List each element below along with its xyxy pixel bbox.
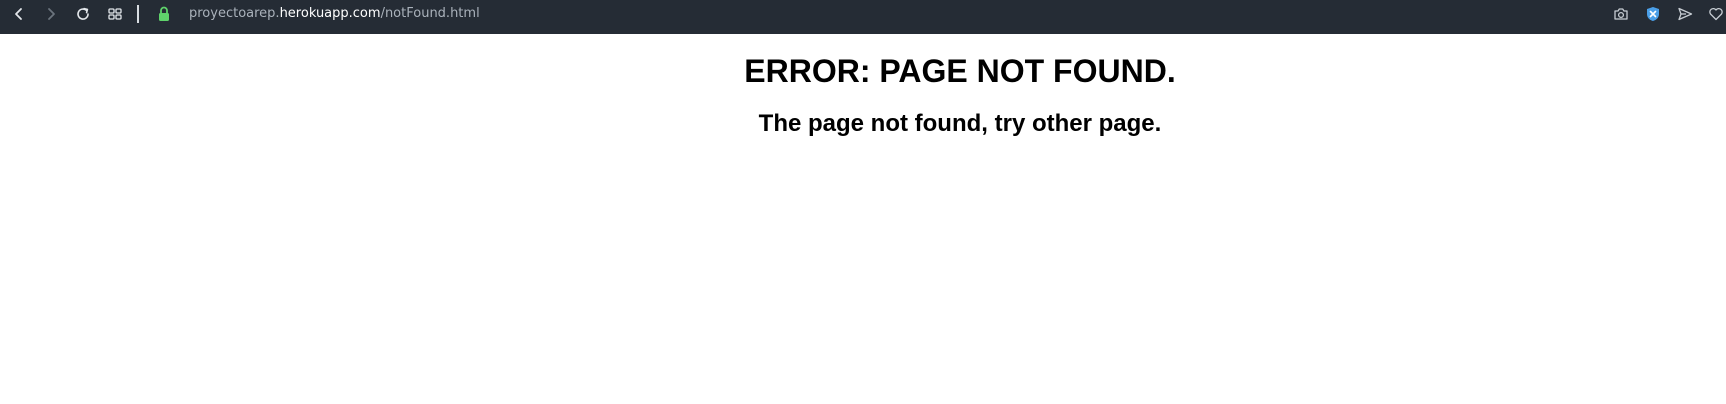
- url-prefix: proyectoarep.: [189, 6, 280, 21]
- snapshot-button[interactable]: [1609, 0, 1633, 28]
- camera-icon: [1614, 8, 1628, 20]
- extension-icon: [1647, 7, 1659, 21]
- toolbar-divider: [137, 5, 139, 23]
- forward-button[interactable]: [39, 0, 63, 28]
- reload-button[interactable]: [71, 0, 95, 28]
- address-bar[interactable]: proyectoarep.herokuapp.com/notFound.html: [189, 6, 480, 22]
- page-subtitle: The page not found, try other page.: [758, 110, 1162, 137]
- lock-icon: [159, 6, 169, 21]
- back-icon: [15, 8, 22, 20]
- reload-icon: [77, 7, 89, 20]
- url-host: herokuapp.com: [279, 6, 381, 21]
- page-title: ERROR: PAGE NOT FOUND.: [744, 53, 1176, 89]
- send-button[interactable]: [1673, 0, 1697, 28]
- speed-dial-icon: [108, 8, 122, 20]
- page-content: ERROR: PAGE NOT FOUND. The page not foun…: [0, 34, 1726, 404]
- back-button[interactable]: [7, 0, 31, 28]
- send-icon: [1678, 7, 1693, 21]
- url-path: /notFound.html: [380, 6, 480, 21]
- forward-icon: [48, 8, 55, 20]
- extension-button[interactable]: [1641, 0, 1665, 28]
- speed-dial-button[interactable]: [103, 0, 127, 28]
- heart-icon: [1709, 7, 1723, 21]
- browser-toolbar: proyectoarep.herokuapp.com/notFound.html: [0, 0, 1726, 34]
- bookmark-button[interactable]: [1704, 0, 1726, 28]
